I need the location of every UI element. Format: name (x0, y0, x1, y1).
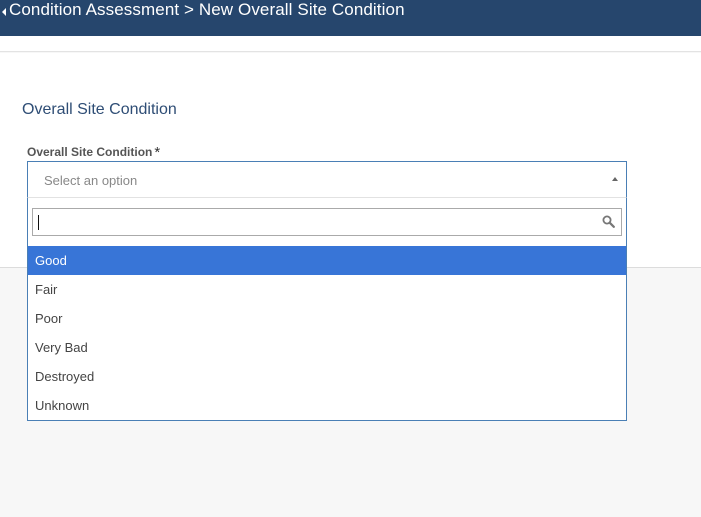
breadcrumb-title: Condition Assessment > New Overall Site … (9, 0, 405, 19)
required-marker: * (154, 144, 161, 161)
top-header: Condition Assessment > New Overall Site … (0, 0, 701, 36)
caret-left-icon[interactable] (2, 8, 6, 16)
caret-up-icon[interactable] (612, 177, 618, 181)
option-list: Good Fair Poor Very Bad Destroyed Unknow… (28, 246, 626, 420)
field-label-text: Overall Site Condition (27, 145, 153, 159)
option-unknown[interactable]: Unknown (28, 391, 626, 420)
dropdown-search[interactable] (32, 208, 622, 236)
section-title: Overall Site Condition (22, 101, 177, 118)
text-cursor (38, 215, 39, 230)
option-poor[interactable]: Poor (28, 304, 626, 333)
dropdown-search-input[interactable] (33, 209, 621, 235)
select-placeholder: Select an option (44, 173, 138, 188)
subheader-bar (0, 36, 701, 52)
condition-select[interactable]: Select an option (27, 161, 627, 198)
option-good[interactable]: Good (28, 246, 626, 275)
option-fair[interactable]: Fair (28, 275, 626, 304)
field-label: Overall Site Condition * (27, 143, 161, 161)
select-dropdown: Good Fair Poor Very Bad Destroyed Unknow… (27, 197, 627, 421)
option-very-bad[interactable]: Very Bad (28, 333, 626, 362)
search-icon (602, 215, 615, 228)
option-destroyed[interactable]: Destroyed (28, 362, 626, 391)
